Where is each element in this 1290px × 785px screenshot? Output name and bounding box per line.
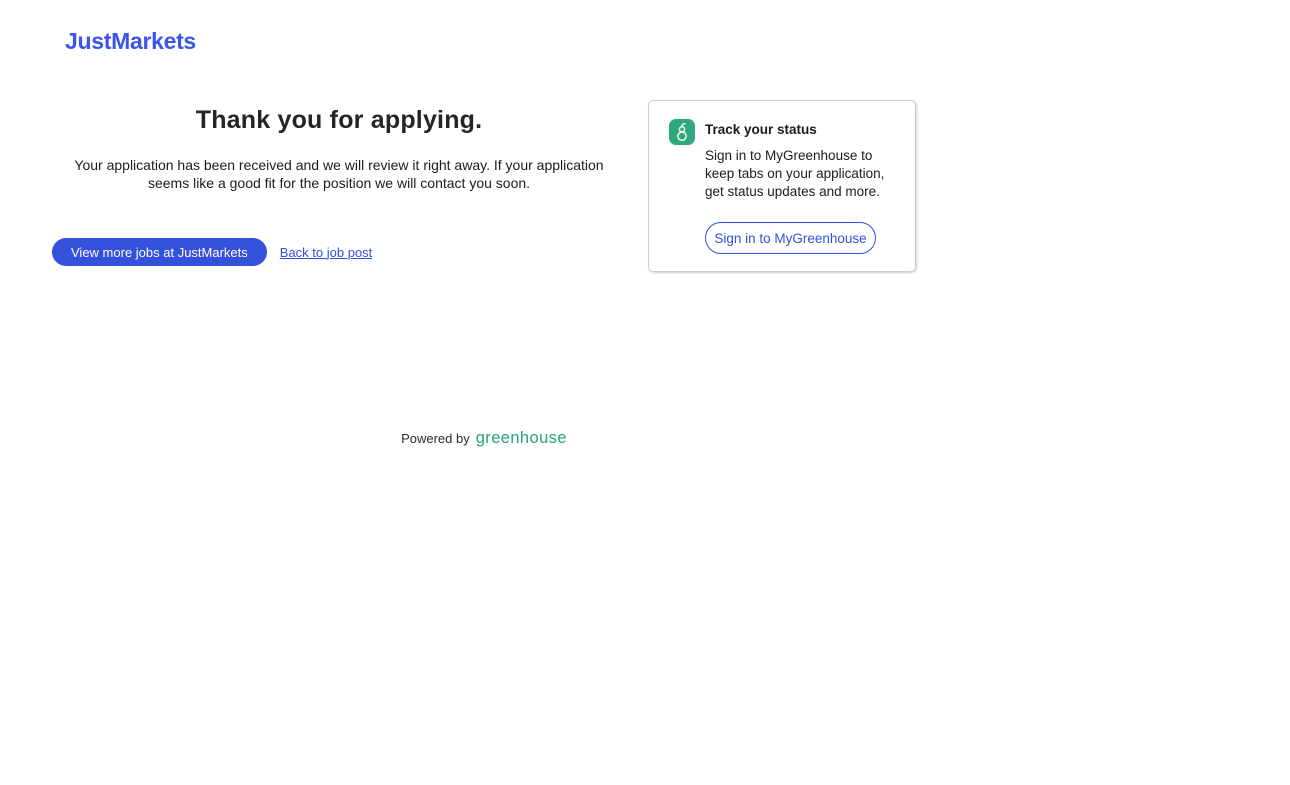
status-card-title: Track your status: [705, 122, 817, 137]
confirmation-section: Thank you for applying. Your application…: [52, 100, 626, 266]
confirmation-message: Your application has been received and w…: [74, 157, 604, 191]
greenhouse-g-icon: [669, 119, 695, 145]
greenhouse-wordmark-link[interactable]: greenhouse: [476, 429, 567, 448]
confirmation-page: JustMarkets Thank you for applying. Your…: [0, 0, 1290, 785]
justmarkets-logo[interactable]: JustMarkets: [65, 28, 196, 55]
track-status-card: Track your status Sign in to MyGreenhous…: [648, 100, 916, 272]
back-to-job-post-link[interactable]: Back to job post: [280, 245, 373, 260]
status-card-description: Sign in to MyGreenhouse to keep tabs on …: [705, 148, 885, 199]
status-card-body: Track your status Sign in to MyGreenhous…: [705, 119, 899, 254]
header: JustMarkets: [0, 0, 1290, 55]
powered-by-label: Powered by: [401, 431, 470, 446]
actions-row: View more jobs at JustMarkets Back to jo…: [52, 238, 626, 266]
footer: Powered by greenhouse: [52, 429, 916, 448]
sign-in-mygreenhouse-button[interactable]: Sign in to MyGreenhouse: [705, 222, 876, 254]
view-more-jobs-button[interactable]: View more jobs at JustMarkets: [52, 238, 267, 266]
page-title: Thank you for applying.: [195, 106, 483, 134]
content-row: Thank you for applying. Your application…: [52, 100, 916, 272]
